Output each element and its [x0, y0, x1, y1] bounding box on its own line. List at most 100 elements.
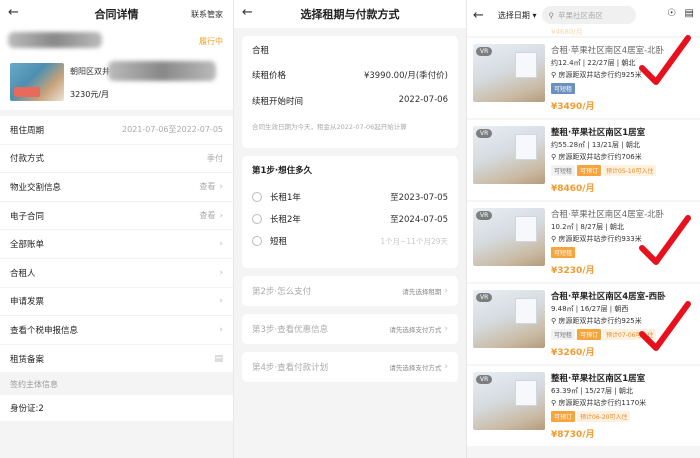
nav-bar: ← 选择租期与付款方式 [234, 0, 466, 28]
contract-row[interactable]: 租住周期 2021-07-06至2022-07-05 [0, 116, 233, 145]
contract-detail-screen: ← 合同详情 联系管家 履行中 朝阳区双井 3230元/月 租住周期 2021-0… [0, 0, 233, 458]
listing-card[interactable]: VR 合租·苹果社区南区4居室-北卧 10.2㎡ | 8/27层 | 朝北 ⚲ 房源距… [467, 202, 700, 282]
contract-row[interactable]: 全部账单 › [0, 230, 233, 259]
listing-tags: 可短租 [551, 247, 576, 258]
listing-card[interactable]: VR 合租·苹果社区南区4居室-西卧 9.48㎡ | 16/27层 | 朝西 ⚲ 房源… [467, 284, 700, 364]
term-option-label: 长租2年 [270, 215, 301, 225]
renew-start-label: 续租开始时间 [252, 97, 304, 107]
contract-row[interactable]: 物业交割信息 查看 › [0, 173, 233, 202]
listing-title: 整租·苹果社区南区1居室 [551, 374, 646, 384]
listing-tags: 可预订 预计06-20可入住 [551, 411, 631, 422]
contract-row[interactable]: 电子合同 查看 › [0, 202, 233, 231]
step1-title: 第1步·想住多久 [252, 166, 313, 176]
back-arrow-icon[interactable]: ← [242, 5, 253, 20]
listing-tags: 可短租 [551, 83, 576, 94]
listing-distance: ⚲ 房源距双井站步行约706米 [551, 153, 642, 161]
redacted-address [108, 61, 216, 81]
back-arrow-icon[interactable]: ← [8, 5, 19, 20]
term-option-value: 1个月~11个月29天 [380, 236, 448, 246]
vr-badge: VR [476, 293, 493, 302]
row-value: 2021-07-06至2022-07-05 [122, 125, 223, 135]
red-checkmark-icon [639, 215, 691, 265]
term-option-value: 至2024-07-05 [390, 215, 448, 225]
contract-row[interactable]: 租赁备案 ▤ [0, 345, 233, 374]
chevron-right-icon: › [219, 181, 223, 192]
listing-card[interactable]: VR 合租·苹果社区南区4居室-北卧 约12.4㎡ | 22/27层 | 朝北 ⚲ 房… [467, 35, 700, 118]
listing-photo: VR [473, 126, 545, 184]
map-pin-icon[interactable]: ☉ [667, 8, 676, 19]
message-icon[interactable]: ▤ [685, 8, 694, 19]
contract-row[interactable]: 查看个税申报信息 › [0, 316, 233, 345]
listing-tag: 预计05-10可入住 [603, 165, 657, 176]
step-label: 第4步·查看付款计划 [252, 363, 329, 373]
row-label: 租赁备案 [10, 354, 45, 365]
term-option-value: 至2023-07-05 [390, 193, 448, 203]
listing-specs: 63.39㎡ | 15/27层 | 朝北 [551, 387, 633, 395]
red-checkmark-icon [639, 35, 691, 85]
term-option[interactable]: 长租1年 至2023-07-05 [252, 186, 448, 208]
search-input[interactable]: ⚲ 苹果社区南区 [542, 6, 637, 24]
renewal-note: 合同生效日期为今天，租金从2022-07-06起开始计算 [252, 123, 407, 131]
step-hint: 请先选择支付方式 [389, 326, 442, 334]
listing-specs: 10.2㎡ | 8/27层 | 朝北 [551, 223, 624, 231]
id-card-label: 身份证:2 [10, 404, 44, 415]
radio-button[interactable] [252, 214, 262, 224]
term-option[interactable]: 短租 1个月~11个月29天 [252, 230, 448, 252]
listing-tag: 可短租 [551, 247, 576, 258]
listing-photo: VR [473, 208, 545, 266]
listing-tag: 可短租 [551, 329, 576, 340]
step-label: 第2步·怎么支付 [252, 287, 312, 297]
listing-price: ¥3230/月 [551, 266, 595, 276]
back-arrow-icon[interactable]: ← [473, 8, 484, 23]
address-label: 朝阳区双井 [70, 67, 110, 76]
renew-price-row: 续租价格 ¥3990.00/月(季付价) [252, 69, 448, 81]
listing-card[interactable]: VR 整租·苹果社区南区1居室 约55.28㎡ | 13/21层 | 朝北 ⚲ 房源距… [467, 120, 700, 200]
listing-specs: 约55.28㎡ | 13/21层 | 朝北 [551, 141, 640, 149]
renew-price-value: ¥3990.00/月(季付价) [363, 71, 448, 81]
listing-specs: 约12.4㎡ | 22/27层 | 朝北 [551, 59, 636, 67]
chevron-right-icon: › [444, 362, 448, 372]
contract-row[interactable]: 合租人 › [0, 259, 233, 288]
listing-tag: 可预订 [577, 329, 602, 340]
contract-row[interactable]: 付款方式 季付 [0, 145, 233, 174]
term-option-label: 短租 [270, 237, 288, 247]
term-option[interactable]: 长租2年 至2024-07-05 [252, 208, 448, 230]
chevron-right-icon: › [219, 210, 223, 221]
page-title: 选择租期与付款方式 [300, 8, 400, 21]
row-label: 付款方式 [10, 154, 45, 165]
step-hint: 请先选择租期 [402, 288, 442, 296]
redacted-name [8, 32, 102, 48]
listing-distance: ⚲ 房源距双井站步行约925米 [551, 71, 642, 79]
chevron-right-icon: › [444, 324, 448, 334]
listing-tag: 可短租 [551, 83, 576, 94]
radio-button[interactable] [252, 192, 262, 202]
contract-card[interactable]: 履行中 朝阳区双井 3230元/月 [0, 28, 233, 110]
listing-photo: VR [473, 372, 545, 430]
red-checkmark-icon [639, 301, 691, 351]
listing-price: ¥8730/月 [551, 430, 595, 440]
search-icon: ⚲ [548, 10, 554, 20]
vr-badge: VR [476, 211, 493, 220]
nav-bar: ← 合同详情 联系管家 [0, 0, 233, 28]
radio-button[interactable] [252, 236, 262, 246]
listing-card[interactable]: VR 整租·苹果社区南区1居室 63.39㎡ | 15/27层 | 朝北 ⚲ 房源距双… [467, 366, 700, 446]
document-icon: ▤ [214, 353, 223, 364]
previous-price: ¥4680/月 [551, 28, 583, 36]
contract-info-list: 租住周期 2021-07-06至2022-07-05 付款方式 季付 物业交割信息 查看 ›… [0, 116, 233, 374]
renewal-screen: ← 选择租期与付款方式 合租 续租价格 ¥3990.00/月(季付价) 续租开始… [233, 0, 466, 458]
vr-badge: VR [476, 129, 493, 138]
row-label: 物业交割信息 [10, 182, 62, 193]
renewal-summary-card: 合租 续租价格 ¥3990.00/月(季付价) 续租开始时间 2022-07-0… [242, 36, 458, 148]
date-select-dropdown[interactable]: 选择日期 ▾ [498, 10, 537, 21]
listing-title: 整租·苹果社区南区1居室 [551, 128, 646, 138]
contract-row[interactable]: 申请发票 › [0, 288, 233, 317]
rent-type: 合租 [252, 46, 270, 56]
contact-manager-button[interactable]: 联系管家 [191, 9, 223, 20]
row-label: 租住周期 [10, 125, 45, 136]
listing-distance: ⚲ 房源距双井站步行约925米 [551, 317, 642, 325]
search-bar: ← 选择日期 ▾ ⚲ 苹果社区南区 ☉ ▤ [467, 0, 700, 30]
vr-badge: VR [476, 375, 493, 384]
section-header: 签约主体信息 [0, 373, 233, 396]
search-text: 苹果社区南区 [557, 10, 603, 20]
renew-start-row: 续租开始时间 2022-07-06 [252, 95, 448, 107]
